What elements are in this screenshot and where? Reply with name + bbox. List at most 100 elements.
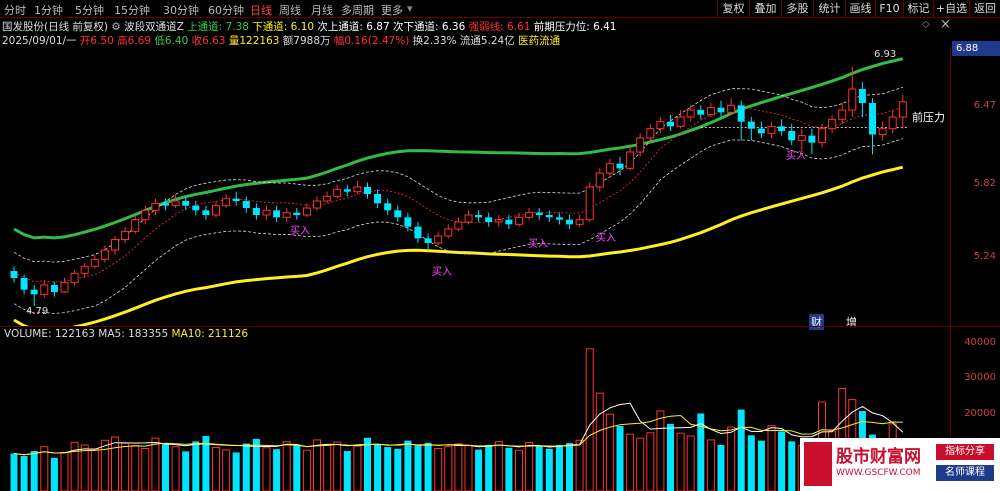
candle-body xyxy=(384,203,392,211)
volume-bar xyxy=(212,446,220,491)
candle-body xyxy=(767,125,776,134)
stats-button[interactable]: 统计 xyxy=(813,0,845,17)
fuquan-button[interactable]: 复权 xyxy=(717,0,749,17)
volume-bar xyxy=(222,449,231,491)
candle-body xyxy=(131,219,140,232)
candle-body xyxy=(343,189,351,192)
add-watchlist-button[interactable]: +自选 xyxy=(933,0,969,17)
volume-bar xyxy=(454,443,463,491)
volume-bar xyxy=(192,441,200,491)
tab-monthly[interactable]: 月线 xyxy=(311,2,333,18)
candle-body xyxy=(90,258,99,267)
candle-body xyxy=(888,116,897,130)
volume-bar xyxy=(262,447,271,491)
candle-body xyxy=(70,272,79,284)
candle-body xyxy=(898,101,907,118)
quote-high: 高6.69 xyxy=(117,35,152,47)
candle-body xyxy=(676,116,685,127)
candle-body xyxy=(454,221,463,230)
quote-sector[interactable]: 医药流通 xyxy=(518,35,560,47)
candle-body xyxy=(747,121,755,129)
quote-volume: 量122163 xyxy=(228,35,280,47)
tab-multi-period[interactable]: 多周期 xyxy=(341,2,374,18)
candle-body xyxy=(605,163,614,174)
tab-1min[interactable]: 1分钟 xyxy=(34,2,63,18)
candle-body xyxy=(313,200,321,209)
diamond-icon[interactable]: ◇ xyxy=(922,19,930,30)
current-price-badge: 6.88 xyxy=(952,41,1000,56)
increase-marker[interactable]: 增 xyxy=(846,314,857,330)
ma5-value: MA5: 183355 xyxy=(98,328,169,340)
candle-body xyxy=(505,219,513,225)
volume-bar xyxy=(656,410,665,491)
tab-weekly[interactable]: 周线 xyxy=(279,2,301,18)
f10-button[interactable]: F10 xyxy=(875,0,903,17)
volume-bar xyxy=(242,443,250,491)
volume-bar xyxy=(273,449,281,491)
quote-change: 幅0.16(2.47%) xyxy=(333,35,410,47)
candle-body xyxy=(10,271,18,278)
candle-body xyxy=(434,235,443,244)
sub-upper-channel-value: 次上通道: 6.87 xyxy=(317,21,390,33)
tab-60min[interactable]: 60分钟 xyxy=(208,2,244,18)
tab-daily[interactable]: 日线 xyxy=(250,2,272,18)
draw-line-button[interactable]: 画线 xyxy=(845,0,875,17)
lower-channel-line xyxy=(13,165,904,327)
volume-bar xyxy=(364,437,371,491)
candle-body xyxy=(60,282,69,293)
candle-body xyxy=(667,121,674,127)
kline-chart[interactable] xyxy=(0,47,950,327)
back-button[interactable]: 返回 xyxy=(969,0,1000,17)
candle-body xyxy=(30,289,38,295)
volume-bar xyxy=(30,451,38,491)
overlay-button[interactable]: 叠加 xyxy=(749,0,781,17)
volume-bar xyxy=(141,448,150,491)
volume-bar xyxy=(444,446,453,491)
tab-30min[interactable]: 30分钟 xyxy=(163,2,199,18)
candle-body xyxy=(636,137,645,153)
volume-bar xyxy=(434,448,443,491)
candle-body xyxy=(141,209,150,221)
volume-bar xyxy=(778,431,786,491)
logo-icon xyxy=(804,442,832,486)
tab-5min[interactable]: 5分钟 xyxy=(75,2,104,18)
volume-bar xyxy=(757,440,765,491)
volume-bar xyxy=(535,445,543,491)
candle-body xyxy=(737,105,745,122)
close-icon[interactable]: × xyxy=(940,17,951,32)
volume-bar xyxy=(616,426,624,491)
indicator-name[interactable]: 波段双通道Z xyxy=(124,21,184,33)
volume-bar xyxy=(414,445,422,491)
tab-more[interactable]: 更多 xyxy=(381,2,403,18)
price-tick: 5.82 xyxy=(973,178,996,189)
high-label: 6.93 xyxy=(874,49,897,60)
chevron-down-icon[interactable]: ▾ xyxy=(407,2,413,15)
candle-body xyxy=(202,210,210,215)
volume-bar xyxy=(374,444,382,491)
volume-bar xyxy=(40,446,49,491)
volume-bar xyxy=(464,444,473,491)
candle-body xyxy=(566,219,573,225)
tab-fenshi[interactable]: 分时 xyxy=(4,2,26,18)
ma10-value: MA10: 211126 xyxy=(171,328,249,340)
settings-icon[interactable]: ⚙ xyxy=(111,21,120,33)
volume-bar xyxy=(667,423,674,491)
candle-body xyxy=(40,284,49,295)
candle-body xyxy=(80,265,89,274)
quote-open: 开6.50 xyxy=(79,35,114,47)
volume-tick: 20000 xyxy=(964,408,996,419)
volume-bar xyxy=(131,445,140,491)
candle-body xyxy=(171,200,180,207)
tab-15min[interactable]: 15分钟 xyxy=(114,2,150,18)
volume-value: VOLUME: 122163 xyxy=(4,328,95,340)
price-tick: 5.24 xyxy=(973,251,996,262)
finance-marker[interactable]: 财 xyxy=(809,314,824,330)
volume-bar xyxy=(485,444,493,491)
candle-body xyxy=(515,216,523,225)
multi-stock-button[interactable]: 多股 xyxy=(781,0,813,17)
candle-body xyxy=(20,278,28,290)
candle-body xyxy=(555,217,563,220)
mark-button[interactable]: 标记 xyxy=(903,0,933,17)
candle-body xyxy=(333,188,342,197)
candle-body xyxy=(646,128,655,139)
